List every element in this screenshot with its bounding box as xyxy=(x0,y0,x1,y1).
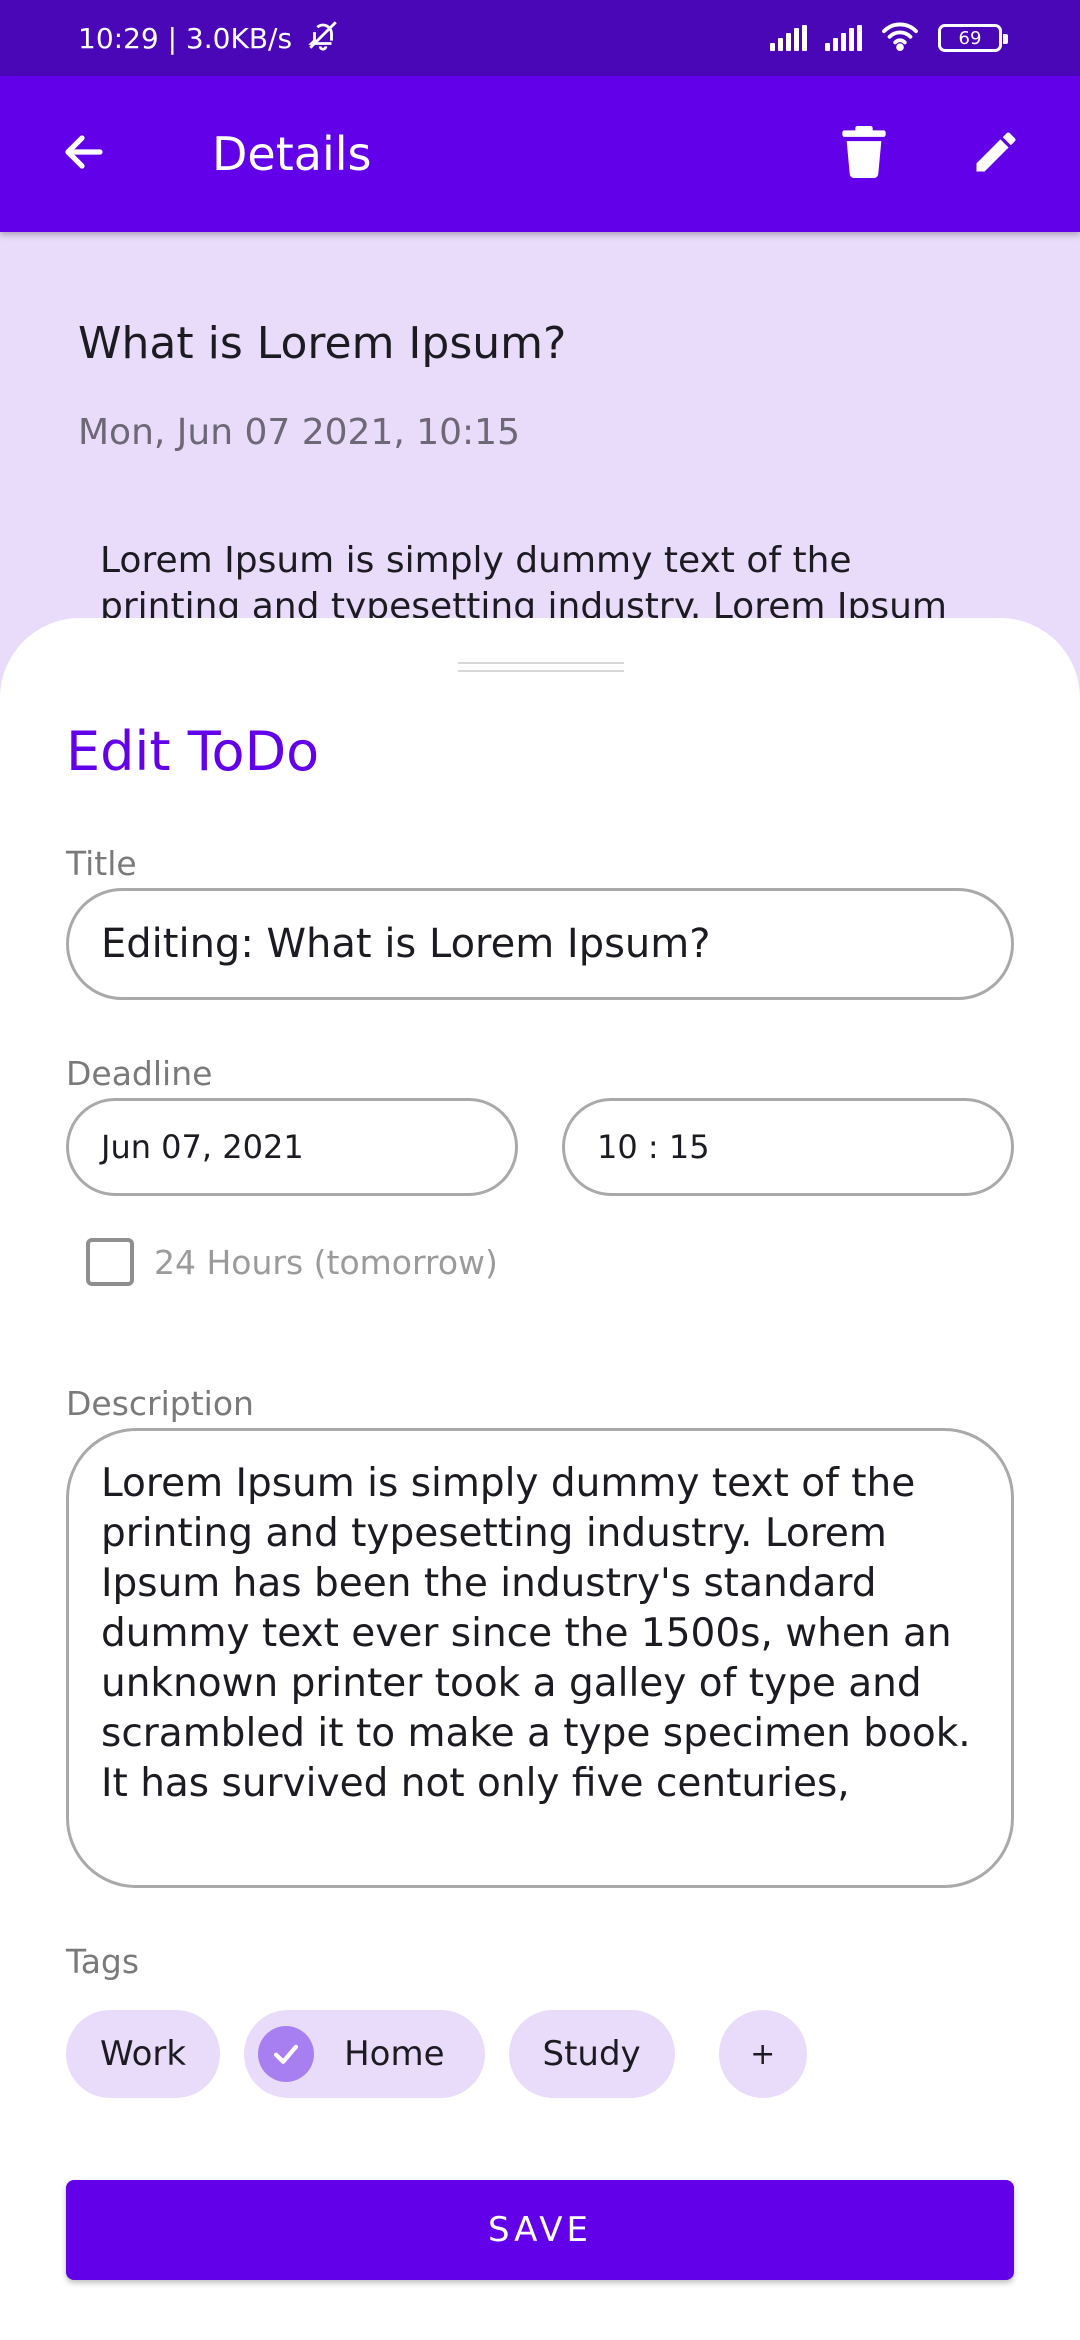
arrow-back-icon xyxy=(60,128,108,180)
tag-label: Study xyxy=(542,2034,641,2074)
screen: 10:29 | 3.0KB/s 69 Details What is Lorem… xyxy=(0,0,1080,2340)
add-tag-label: + xyxy=(750,2036,776,2072)
app-actions xyxy=(828,118,1032,190)
battery-level: 69 xyxy=(958,27,982,49)
time-field[interactable]: 10 : 15 xyxy=(562,1098,1014,1196)
edit-bottom-sheet: Edit ToDo Title Editing: What is Lorem I… xyxy=(0,618,1080,2340)
trash-icon xyxy=(841,126,887,182)
description-label: Description xyxy=(66,1384,254,1423)
save-button[interactable]: SAVE xyxy=(66,2180,1014,2280)
date-field[interactable]: Jun 07, 2021 xyxy=(66,1098,518,1196)
signal-icon xyxy=(770,25,807,51)
tag-chip-work[interactable]: Work xyxy=(66,2010,221,2098)
wifi-icon xyxy=(880,20,920,56)
time-field-value: 10 : 15 xyxy=(597,1128,710,1166)
checkbox-label: 24 Hours (tomorrow) xyxy=(154,1242,498,1282)
back-button[interactable] xyxy=(48,118,120,190)
description-value: Lorem Ipsum is simply dummy text of the … xyxy=(101,1461,971,1806)
details-title: What is Lorem Ipsum? xyxy=(78,318,567,369)
status-right: 69 xyxy=(770,20,1008,56)
status-left: 10:29 | 3.0KB/s xyxy=(78,18,340,59)
edit-button[interactable] xyxy=(960,118,1032,190)
tag-label: Work xyxy=(100,2034,187,2074)
tags-label: Tags xyxy=(66,1942,140,1981)
battery-icon: 69 xyxy=(938,24,1008,52)
status-bar: 10:29 | 3.0KB/s 69 xyxy=(0,0,1080,76)
delete-button[interactable] xyxy=(828,118,900,190)
sheet-drag-handle[interactable] xyxy=(458,662,624,672)
details-body: Lorem Ipsum is simply dummy text of the … xyxy=(100,540,947,627)
tomorrow-checkbox[interactable] xyxy=(86,1238,134,1286)
bell-off-icon xyxy=(306,18,340,59)
add-tag-button[interactable]: + xyxy=(718,2010,807,2098)
tag-chip-study[interactable]: Study xyxy=(508,2010,675,2098)
title-field-value: Editing: What is Lorem Ipsum? xyxy=(101,921,711,967)
app-bar: Details xyxy=(0,76,1080,232)
sheet-title: Edit ToDo xyxy=(66,720,320,783)
description-field[interactable]: Lorem Ipsum is simply dummy text of the … xyxy=(66,1428,1014,1888)
details-date: Mon, Jun 07 2021, 10:15 xyxy=(78,412,520,453)
signal-icon xyxy=(825,25,862,51)
pencil-icon xyxy=(970,126,1022,182)
status-time-speed: 10:29 | 3.0KB/s xyxy=(78,21,293,55)
tag-label: Home xyxy=(344,2034,445,2074)
check-icon xyxy=(258,2026,315,2082)
tags-row: Work Home Study + xyxy=(66,2010,807,2098)
page-title: Details xyxy=(212,127,372,181)
title-label: Title xyxy=(66,844,137,883)
title-field[interactable]: Editing: What is Lorem Ipsum? xyxy=(66,888,1014,1000)
tomorrow-checkbox-row[interactable]: 24 Hours (tomorrow) xyxy=(86,1238,498,1286)
tag-chip-home[interactable]: Home xyxy=(244,2010,485,2098)
date-field-value: Jun 07, 2021 xyxy=(101,1128,304,1166)
deadline-label: Deadline xyxy=(66,1054,213,1093)
